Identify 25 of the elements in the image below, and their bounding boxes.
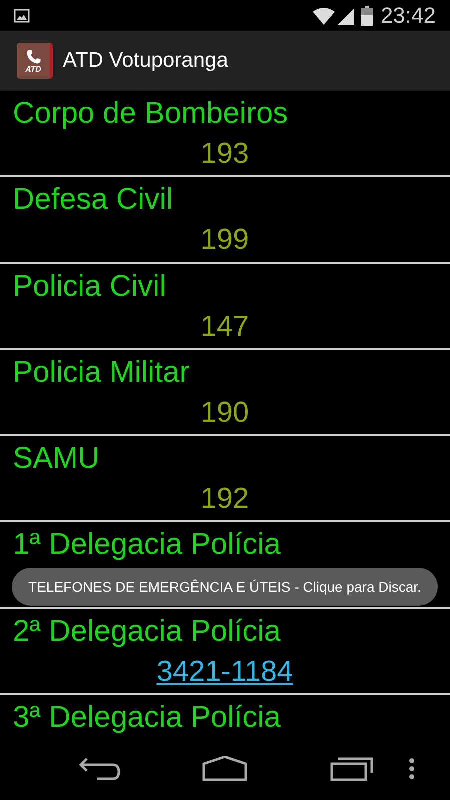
signal-icon xyxy=(336,6,355,24)
contact-name: 1ª Delegacia Polícia xyxy=(13,527,282,564)
phone-number: 199 xyxy=(200,223,250,258)
contact-name: Policia Militar xyxy=(13,354,191,391)
phone-number: 147 xyxy=(200,310,250,345)
contact-name: Policia Civil xyxy=(13,268,168,305)
battery-icon xyxy=(360,6,373,26)
app-title: ATD Votuporanga xyxy=(63,48,228,74)
phone-number: 193 xyxy=(200,137,250,172)
status-time: 23:42 xyxy=(380,4,436,26)
phone-icon xyxy=(24,48,42,66)
hint-toast: TELEFONES DE EMERGÊNCIA E ÚTEIS - Clique para Discar. xyxy=(12,568,438,606)
contact-name: Corpo de Bombeiros xyxy=(13,96,290,132)
contact-name: 2ª Delegacia Polícia xyxy=(13,614,282,650)
app-logo-text: ATD xyxy=(26,66,42,74)
contact-name: Defesa Civil xyxy=(13,182,174,218)
phone-link[interactable]: 3421-1184 xyxy=(156,652,294,692)
home-button[interactable] xyxy=(202,754,248,784)
contact-name: 3ª Delegacia Polícia xyxy=(13,700,282,736)
phone-number: 190 xyxy=(200,396,250,431)
wifi-icon xyxy=(312,6,336,24)
phone-number: 192 xyxy=(200,482,250,518)
contact-name: SAMU xyxy=(13,441,101,478)
overflow-menu-button[interactable] xyxy=(407,757,417,781)
image-icon xyxy=(14,8,30,22)
